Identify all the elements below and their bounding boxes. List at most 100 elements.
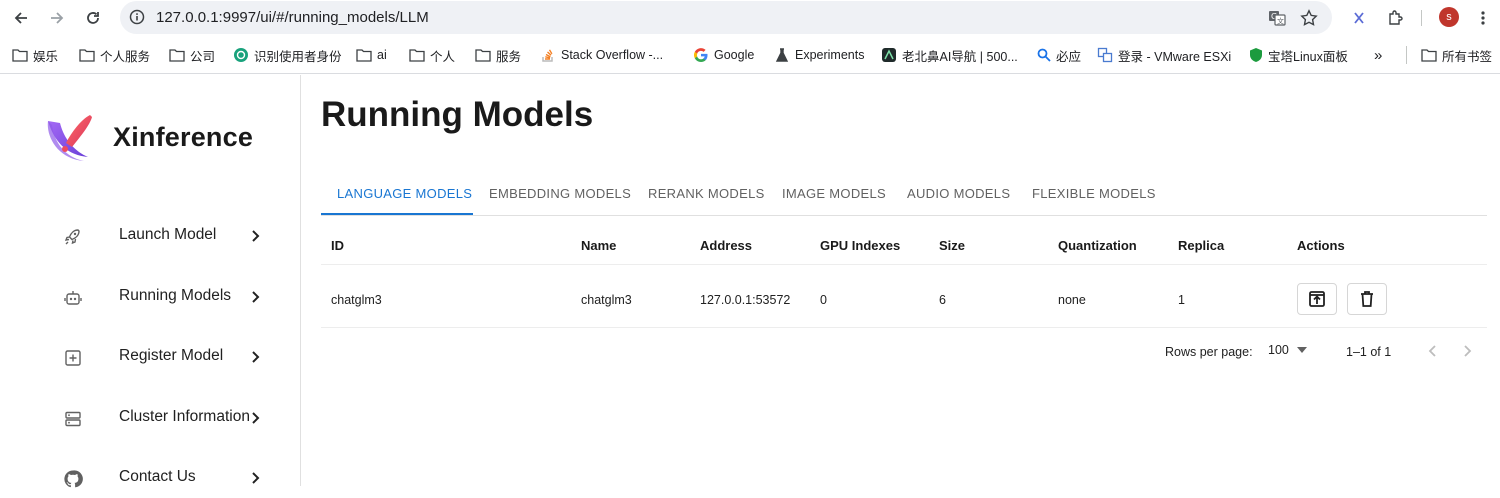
stackoverflow-icon [542,49,553,62]
next-page-icon[interactable] [1459,343,1475,359]
bookmark-divider [1406,46,1407,64]
info-icon[interactable] [129,9,145,30]
search-icon [1037,48,1051,62]
browser-toolbar: 127.0.0.1:9997/ui/#/running_models/LLM G… [0,0,1500,36]
bookmark-item[interactable]: 个人服务 [79,46,150,64]
folder-icon [12,49,28,62]
more-bookmarks-button[interactable]: » [1374,46,1382,64]
chevron-right-icon [252,412,260,424]
folder-icon [1421,49,1437,62]
bookmark-item[interactable]: 娱乐 [12,46,58,64]
tab-embedding-models[interactable]: EMBEDDING MODELS [489,186,631,201]
bookmark-item[interactable]: 公司 [169,46,215,64]
header-divider [321,264,1487,265]
column-header-actions: Actions [1297,238,1345,253]
cell-id: chatglm3 [331,293,382,307]
tab-language-models[interactable]: LANGUAGE MODELS [337,186,472,201]
back-button[interactable] [9,6,33,30]
address-bar[interactable]: 127.0.0.1:9997/ui/#/running_models/LLM G… [120,1,1332,34]
sidebar-item-register-model[interactable]: Register Model [60,337,280,377]
bookmark-item[interactable]: Google [693,46,754,64]
open-in-new-icon [1309,291,1325,307]
tab-rerank-models[interactable]: RERANK MODELS [648,186,765,201]
folder-icon [356,49,372,62]
page-title: Running Models [321,95,594,134]
chevron-right-icon [252,291,260,303]
previous-page-icon[interactable] [1425,343,1441,359]
bookmark-item[interactable]: 必应 [1037,46,1081,64]
bookmark-item[interactable]: 识别使用者身份 [233,46,342,64]
sidebar-item-label: Contact Us [119,468,196,485]
sidebar-item-label: Cluster Information [119,408,250,425]
bookmarks-bar: 娱乐 个人服务 公司 识别使用者身份 ai 个人 服务 Stack Overfl… [0,36,1500,74]
bookmark-item[interactable]: 登录 - VMware ESXi [1097,46,1231,64]
reload-icon [87,12,99,24]
cell-size: 6 [939,293,946,307]
openai-icon [234,48,248,62]
tab-flexible-models[interactable]: FLEXIBLE MODELS [1032,186,1156,201]
chevron-right-icon [252,351,260,363]
tab-image-models[interactable]: IMAGE MODELS [782,186,886,201]
column-header-quantization: Quantization [1058,238,1137,253]
shield-icon [1250,48,1262,62]
github-icon [64,470,83,488]
arrow-right-icon [51,12,64,24]
tab-audio-models[interactable]: AUDIO MODELS [907,186,1010,201]
sidebar-item-contact-us[interactable]: Contact Us [60,458,280,498]
sidebar: Xinference Launch Model Running Models R… [0,75,301,488]
xinference-extension-icon[interactable] [1347,6,1371,30]
forward-button[interactable] [45,6,69,30]
cell-quantization: none [1058,293,1086,307]
folder-icon [475,49,491,62]
cell-name: chatglm3 [581,293,632,307]
server-icon [65,411,81,427]
arrow-left-icon [14,12,27,24]
bookmark-item[interactable]: 宝塔Linux面板 [1249,46,1348,64]
caret-down-icon[interactable] [1297,347,1307,353]
flask-icon [775,48,789,62]
chevron-right-icon [252,230,260,242]
sidebar-item-launch-model[interactable]: Launch Model [60,216,280,256]
active-tab-indicator [321,213,473,215]
xinference-logo-icon [44,111,102,170]
reload-button[interactable] [81,6,105,30]
bookmark-item[interactable]: Stack Overflow -... [540,46,663,64]
sidebar-item-cluster-information[interactable]: Cluster Information [60,398,280,438]
sidebar-item-running-models[interactable]: Running Models [60,277,280,317]
column-header-replica: Replica [1178,238,1225,253]
brand-name: Xinference [113,122,254,152]
delete-icon [1361,291,1373,307]
toolbar-divider [1421,10,1422,26]
extensions-puzzle-icon[interactable] [1384,6,1408,30]
all-bookmarks-folder[interactable]: 所有书签 [1421,46,1492,64]
url-text: 127.0.0.1:9997/ui/#/running_models/LLM [156,9,429,26]
model-type-tabs: LANGUAGE MODELS EMBEDDING MODELS RERANK … [321,175,1487,216]
bookmark-item[interactable]: ai [356,46,387,64]
open-model-button[interactable] [1297,283,1337,315]
bookmark-item[interactable]: Experiments [774,46,864,64]
delete-model-button[interactable] [1347,283,1387,315]
bookmark-item[interactable]: 老北鼻AI导航 | 500... [881,46,1018,64]
column-header-address: Address [700,238,753,253]
site-icon [882,48,896,62]
pagination-range: 1–1 of 1 [1346,345,1392,359]
profile-avatar[interactable]: s [1439,7,1459,27]
bookmark-item[interactable]: 个人 [409,46,455,64]
folder-icon [79,49,95,62]
cell-replica: 1 [1178,293,1185,307]
bookmark-item[interactable]: 服务 [475,46,521,64]
plus-box-icon [65,350,81,366]
column-header-name: Name [581,238,617,253]
rocket-icon [64,229,80,245]
translate-icon[interactable]: G文 [1268,9,1286,32]
row-divider [321,327,1487,328]
sidebar-item-label: Launch Model [119,226,217,243]
rows-per-page-select[interactable]: 100 [1268,343,1289,357]
column-header-size: Size [939,238,966,253]
more-icon: » [1374,46,1383,64]
more-vert-icon [1481,11,1485,25]
column-header-id: ID [331,238,344,253]
folder-icon [409,49,425,62]
bookmark-star-icon[interactable] [1300,9,1318,32]
browser-menu-button[interactable] [1471,6,1495,30]
